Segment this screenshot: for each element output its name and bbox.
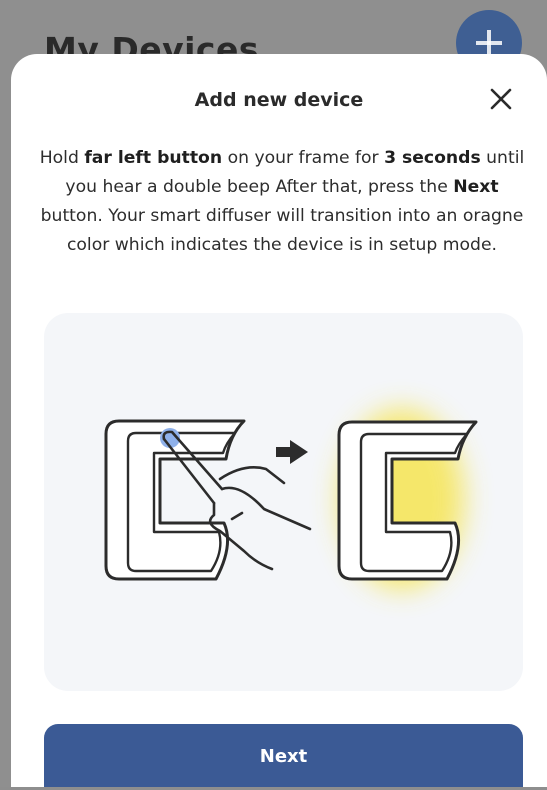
- emphasis-next: Next: [453, 177, 499, 197]
- arrow-right-icon: [276, 440, 308, 464]
- emphasis-duration: 3 seconds: [384, 148, 481, 168]
- add-device-sheet: Add new device Hold far left button on y…: [11, 54, 547, 787]
- dialog-title: Add new device: [194, 89, 364, 111]
- next-button[interactable]: Next: [44, 724, 523, 787]
- close-button[interactable]: [484, 82, 518, 116]
- emphasis-button: far left button: [84, 148, 223, 168]
- close-icon: [490, 88, 512, 110]
- setup-instructions: Hold far left button on your frame for 3…: [39, 148, 525, 255]
- setup-illustration: [44, 313, 523, 691]
